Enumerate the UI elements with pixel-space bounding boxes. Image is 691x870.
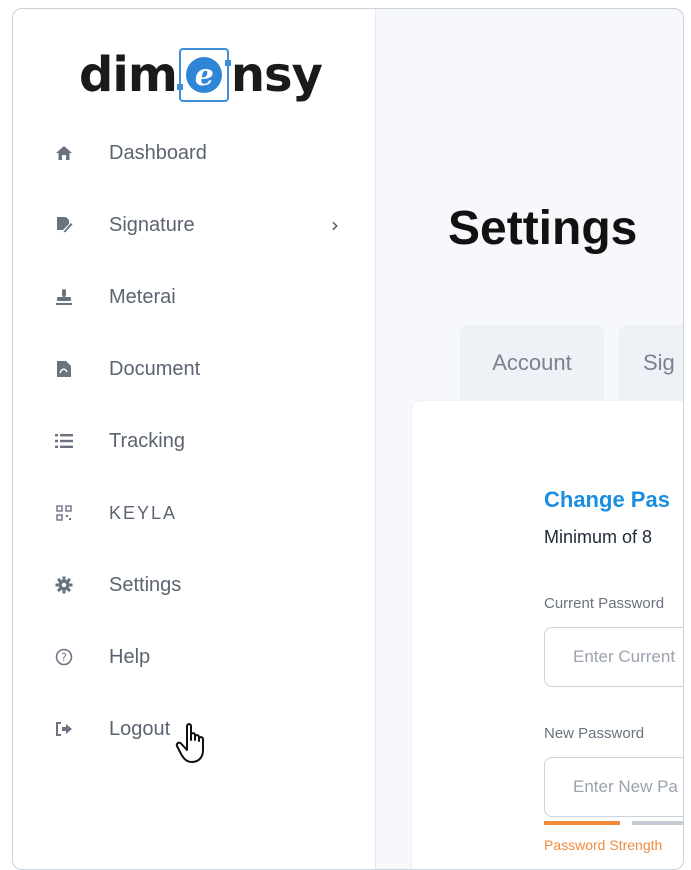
card-subtitle: Minimum of 8 bbox=[544, 527, 653, 547]
sidebar-item-label: KEYLA bbox=[109, 502, 178, 523]
change-password-card: Change Pas Minimum of 8 Current Password… bbox=[412, 401, 683, 869]
main-content: Settings Account Sig Change Pas Minimum … bbox=[376, 9, 683, 869]
sidebar-item-signature[interactable]: Signature › bbox=[13, 189, 375, 261]
current-password-label: Current Password bbox=[544, 595, 665, 612]
pdf-document-icon bbox=[53, 358, 75, 380]
new-password-input[interactable] bbox=[544, 757, 683, 817]
tab-account[interactable]: Account bbox=[460, 325, 604, 401]
qr-code-icon bbox=[53, 502, 75, 524]
tab-signature[interactable]: Sig bbox=[619, 325, 683, 401]
current-password-input[interactable] bbox=[544, 627, 683, 687]
sidebar-item-label: Help bbox=[109, 645, 151, 668]
help-circle-icon: ? bbox=[53, 646, 75, 668]
svg-text:?: ? bbox=[61, 651, 67, 664]
sidebar-item-label: Document bbox=[109, 357, 201, 380]
app-window: dim e nsy Dashboard Signature › Meterai … bbox=[12, 8, 684, 870]
sidebar-item-label: Meterai bbox=[109, 285, 176, 308]
list-icon bbox=[53, 430, 75, 452]
sidebar-item-label: Dashboard bbox=[109, 141, 207, 164]
page-title: Settings bbox=[448, 202, 638, 255]
new-password-label: New Password bbox=[544, 725, 645, 742]
sidebar-nav: Dashboard Signature › Meterai Document T… bbox=[13, 117, 375, 765]
stamp-icon bbox=[53, 286, 75, 308]
home-icon bbox=[53, 142, 75, 164]
card-title: Change Pas bbox=[544, 487, 670, 512]
logo-text-prefix: dim bbox=[79, 47, 178, 103]
password-strength-bar-weak bbox=[544, 821, 620, 825]
sidebar-item-keyla[interactable]: KEYLA bbox=[13, 477, 375, 549]
dimensy-logo[interactable]: dim e nsy bbox=[79, 43, 323, 107]
password-strength-text: Password Strength bbox=[544, 837, 663, 853]
sidebar-item-meterai[interactable]: Meterai bbox=[13, 261, 375, 333]
hand-pointer-cursor-icon bbox=[175, 723, 204, 763]
sidebar-item-tracking[interactable]: Tracking bbox=[13, 405, 375, 477]
logo-text-suffix: nsy bbox=[230, 47, 323, 103]
chevron-right-icon[interactable]: › bbox=[331, 213, 339, 237]
sidebar-item-help[interactable]: ? Help bbox=[13, 621, 375, 693]
sidebar-item-label: Logout bbox=[109, 717, 171, 740]
sidebar-item-dashboard[interactable]: Dashboard bbox=[13, 117, 375, 189]
logout-icon bbox=[53, 718, 75, 740]
signature-icon bbox=[53, 214, 75, 236]
sidebar-item-document[interactable]: Document bbox=[13, 333, 375, 405]
sidebar-item-settings[interactable]: Settings bbox=[13, 549, 375, 621]
password-strength-bar-empty bbox=[632, 821, 683, 825]
sidebar-item-label: Signature bbox=[109, 213, 195, 236]
sidebar-item-label: Settings bbox=[109, 573, 182, 596]
sidebar-item-label: Tracking bbox=[109, 429, 185, 452]
logo-e-mark-icon: e bbox=[176, 48, 231, 102]
gear-icon bbox=[53, 574, 75, 596]
